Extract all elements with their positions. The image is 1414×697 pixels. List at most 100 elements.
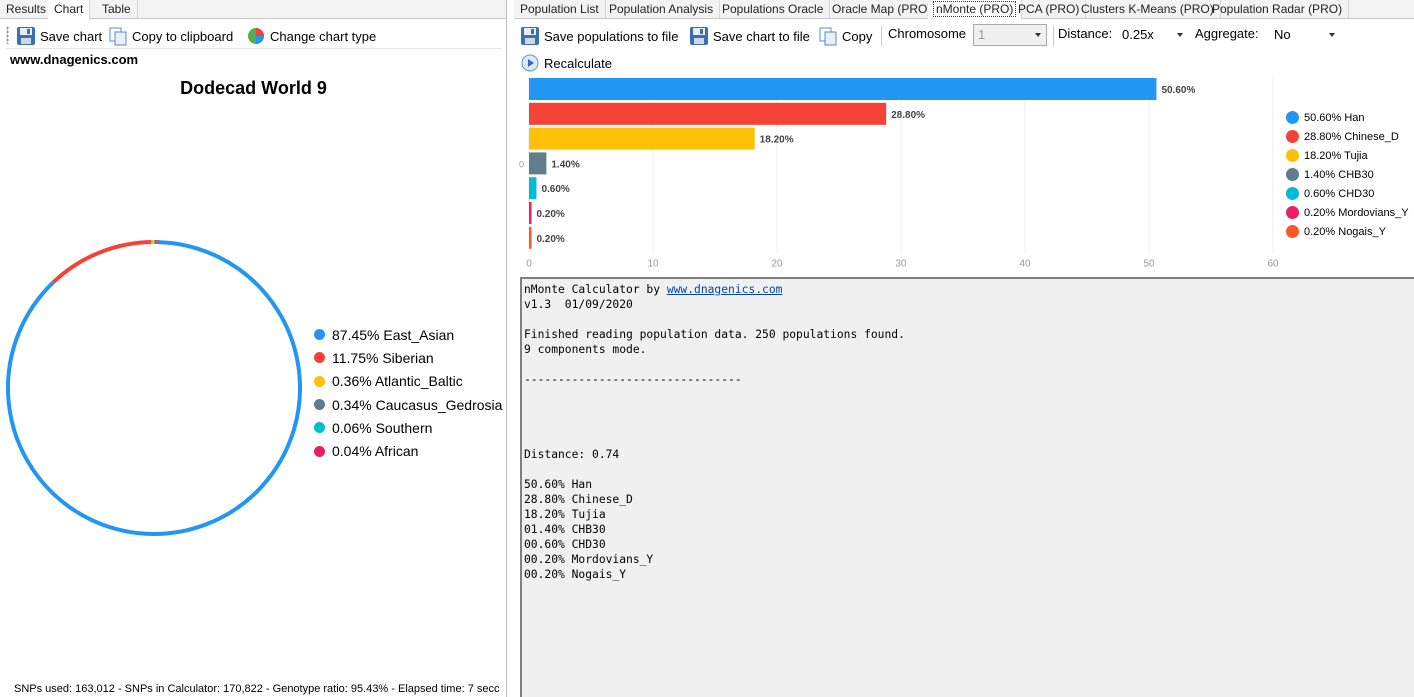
- tab-table[interactable]: Table: [96, 0, 138, 19]
- toolbar-separator: [881, 26, 882, 46]
- legend-label: 1.40% CHB30: [1304, 168, 1374, 181]
- legend-label: 0.36% Atlantic_Baltic: [332, 373, 463, 390]
- chromosome-select[interactable]: 1: [973, 24, 1047, 46]
- bar-chinese_d: [529, 102, 887, 125]
- legend-dot: [314, 352, 325, 364]
- chevron-down-icon: [1035, 33, 1041, 37]
- copy-clipboard-label: Copy to clipboard: [132, 28, 234, 44]
- pie-chart-icon: [248, 28, 264, 44]
- tab-nmonte[interactable]: nMonte (PRO): [928, 0, 1023, 20]
- console-link[interactable]: www.dnagenics.com: [667, 283, 783, 296]
- chart-title: Dodecad World 9: [180, 78, 327, 98]
- legend-label: 0.20% Mordovians_Y: [1304, 206, 1409, 219]
- tab-population-analysis[interactable]: Population Analysis: [603, 0, 721, 19]
- aggregate-select[interactable]: No: [1269, 24, 1341, 46]
- chart-legend: 87.45% East_Asian 11.75% Siberian 0.36% At…: [314, 323, 502, 463]
- output-console[interactable]: nMonte Calculator by www.dnagenics.com v…: [520, 277, 1414, 697]
- distance-value: 0.25x: [1122, 27, 1154, 42]
- legend-label: 0.60% CHD30: [1304, 187, 1375, 200]
- legend-item: 11.75% Siberian: [314, 346, 502, 369]
- legend-label: 0.04% African: [332, 443, 419, 460]
- copy-label: Copy: [842, 28, 873, 44]
- recalculate-button[interactable]: Recalculate: [520, 52, 612, 74]
- x-tick-label: 0: [526, 259, 532, 270]
- bar-value-label: 28.80%: [891, 110, 925, 121]
- legend-label: 28.80% Chinese_D: [1304, 130, 1399, 143]
- tab-oracle-map[interactable]: Oracle Map (PRO): [826, 0, 939, 19]
- bar-value-label: 0.20%: [536, 234, 564, 245]
- left-panel: Results Chart Table Save chart Copy to c…: [0, 0, 507, 697]
- bar-chart: 0 10 20 30 40 50 60 0 50.60% 28.80% 18.20% 1.40% 0.6…: [514, 74, 1414, 274]
- legend-label: 87.45% East_Asian: [332, 326, 455, 343]
- toolbar-grip[interactable]: [6, 26, 9, 44]
- floppy-disk-icon: [17, 27, 35, 45]
- legend-item: 50.60% Han: [1286, 108, 1409, 127]
- tab-results[interactable]: Results: [0, 0, 54, 19]
- x-tick-label: 30: [895, 259, 907, 270]
- legend-dot: [314, 422, 325, 434]
- bar-chb30: [529, 152, 547, 175]
- save-chart-file-label: Save chart to file: [713, 28, 810, 44]
- console-header: nMonte Calculator by: [524, 283, 667, 296]
- save-chart-file-button[interactable]: Save chart to file: [689, 25, 810, 47]
- chevron-down-icon: [1329, 33, 1335, 37]
- aggregate-value: No: [1274, 27, 1291, 42]
- save-populations-button[interactable]: Save populations to file: [520, 25, 678, 47]
- legend-dot: [314, 375, 325, 387]
- play-circle-icon: [521, 54, 539, 72]
- x-tick-label: 20: [771, 259, 783, 270]
- copy-icon: [819, 27, 837, 46]
- aggregate-label: Aggregate:: [1195, 26, 1259, 41]
- legend-item: 0.34% Caucasus_Gedrosia: [314, 393, 502, 416]
- donut-chart-svg: [6, 240, 302, 536]
- console-body: v1.3 01/09/2020 Finished reading populat…: [524, 298, 905, 581]
- chevron-down-icon: [1177, 33, 1183, 37]
- copy-button[interactable]: Copy: [818, 25, 872, 47]
- tab-population-list[interactable]: Population List: [514, 0, 606, 19]
- tab-population-radar[interactable]: Population Radar (PRO): [1206, 0, 1350, 19]
- x-tick-label: 50: [1143, 259, 1155, 270]
- tab-populations-oracle[interactable]: Populations Oracle: [716, 0, 831, 19]
- site-watermark: www.dnagenics.com: [10, 52, 139, 67]
- legend-dot: [1286, 206, 1299, 219]
- tab-chart[interactable]: Chart: [48, 0, 91, 20]
- tab-clusters-kmeans[interactable]: Clusters K-Means (PRO): [1075, 0, 1221, 19]
- legend-item: 28.80% Chinese_D: [1286, 127, 1409, 146]
- legend-item: 0.06% Southern: [314, 416, 502, 439]
- change-chart-type-button[interactable]: Change chart type: [246, 25, 376, 47]
- distance-select[interactable]: 0.25x: [1117, 24, 1189, 46]
- recalculate-label: Recalculate: [544, 55, 612, 71]
- save-chart-label: Save chart: [40, 28, 103, 44]
- bar-chart-svg: 0 10 20 30 40 50 60 0 50.60% 28.80% 18.20% 1.40% 0.6…: [519, 78, 1279, 270]
- bar-mordovians_y: [529, 202, 532, 224]
- legend-item: 0.60% CHD30: [1286, 184, 1409, 203]
- toolbar-separator: [1053, 26, 1054, 46]
- chromosome-label: Chromosome: [888, 26, 967, 41]
- right-tabstrip: Population List Population Analysis Popu…: [514, 0, 1414, 20]
- donut-chart: [4, 238, 304, 538]
- bar-chart-legend: 50.60% Han 28.80% Chinese_D 18.20% Tujia 1.…: [1286, 108, 1409, 241]
- left-tabstrip: Results Chart Table: [0, 0, 506, 20]
- copy-clipboard-button[interactable]: Copy to clipboard: [108, 25, 233, 47]
- legend-dot: [1286, 149, 1299, 162]
- floppy-disk-icon: [521, 27, 539, 45]
- change-chart-type-label: Change chart type: [270, 28, 377, 44]
- legend-label: 0.06% Southern: [332, 419, 433, 436]
- bar-tujia: [529, 127, 755, 150]
- bar-value-label: 0.20%: [536, 209, 564, 220]
- right-panel: Population List Population Analysis Popu…: [514, 0, 1414, 697]
- save-chart-button[interactable]: Save chart: [16, 25, 102, 47]
- floppy-disk-icon: [690, 27, 708, 45]
- legend-item: 0.36% Atlantic_Baltic: [314, 370, 502, 393]
- bar-han: [529, 78, 1157, 100]
- bar-value-label: 18.20%: [760, 135, 794, 146]
- x-tick-label: 60: [1267, 259, 1279, 270]
- legend-label: 0.34% Caucasus_Gedrosia: [332, 396, 503, 413]
- legend-dot: [314, 445, 325, 457]
- legend-dot: [314, 399, 325, 411]
- legend-item: 18.20% Tujia: [1286, 146, 1409, 165]
- legend-dot: [1286, 187, 1299, 200]
- legend-label: 50.60% Han: [1304, 111, 1365, 124]
- x-tick-label: 10: [647, 259, 659, 270]
- tab-nmonte-label: nMonte (PRO): [932, 1, 1017, 17]
